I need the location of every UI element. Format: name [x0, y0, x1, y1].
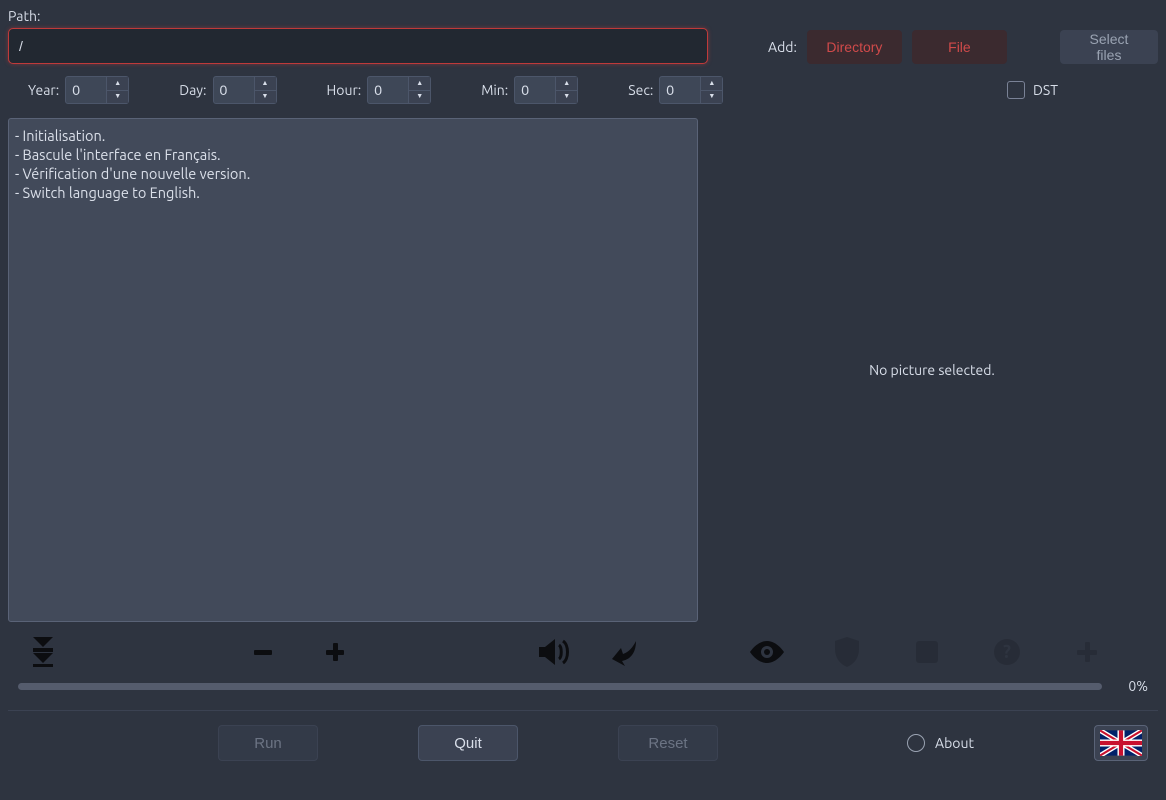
day-input[interactable] — [214, 77, 254, 103]
day-stepper[interactable]: ▲▼ — [213, 76, 277, 104]
log-line: - Vérification d'une nouvelle version. — [15, 165, 691, 184]
quit-button[interactable]: Quit — [418, 725, 518, 761]
shield-icon[interactable] — [822, 634, 872, 670]
preview-panel: No picture selected. — [706, 118, 1158, 622]
download-stack-icon[interactable] — [18, 634, 68, 670]
min-label: Min: — [481, 82, 508, 98]
plus-icon[interactable] — [310, 634, 360, 670]
hour-up[interactable]: ▲ — [409, 77, 430, 91]
reset-button[interactable]: Reset — [618, 725, 718, 761]
undo-icon[interactable] — [602, 634, 652, 670]
volume-icon[interactable] — [530, 634, 580, 670]
min-input[interactable] — [515, 77, 555, 103]
add-icon[interactable] — [1062, 634, 1112, 670]
year-label: Year: — [28, 82, 59, 98]
add-file-button[interactable]: File — [912, 30, 1007, 64]
min-up[interactable]: ▲ — [556, 77, 577, 91]
about-radio[interactable] — [907, 734, 925, 752]
divider — [8, 710, 1158, 711]
progress-percent: 0% — [1112, 678, 1148, 694]
sec-label: Sec: — [628, 82, 653, 98]
log-line: - Bascule l'interface en Français. — [15, 146, 691, 165]
add-directory-button[interactable]: Directory — [807, 30, 902, 64]
sec-down[interactable]: ▼ — [701, 91, 722, 104]
min-down[interactable]: ▼ — [556, 91, 577, 104]
min-stepper[interactable]: ▲▼ — [514, 76, 578, 104]
run-button[interactable]: Run — [218, 725, 318, 761]
uk-flag-icon — [1100, 730, 1142, 756]
hour-down[interactable]: ▼ — [409, 91, 430, 104]
log-line: - Initialisation. — [15, 127, 691, 146]
path-input[interactable] — [8, 28, 708, 64]
svg-text:?: ? — [1003, 642, 1011, 662]
sec-stepper[interactable]: ▲▼ — [659, 76, 723, 104]
year-up[interactable]: ▲ — [107, 77, 128, 91]
sec-input[interactable] — [660, 77, 700, 103]
log-panel[interactable]: - Initialisation. - Bascule l'interface … — [8, 118, 698, 622]
about-label: About — [935, 735, 974, 751]
minus-icon[interactable] — [238, 634, 288, 670]
stop-icon[interactable] — [902, 634, 952, 670]
year-stepper[interactable]: ▲ ▼ — [65, 76, 129, 104]
sec-up[interactable]: ▲ — [701, 77, 722, 91]
day-label: Day: — [179, 82, 206, 98]
hour-label: Hour: — [327, 82, 362, 98]
dst-checkbox[interactable] — [1007, 81, 1025, 99]
preview-empty-text: No picture selected. — [869, 362, 995, 378]
select-files-button[interactable]: Select files — [1060, 30, 1158, 64]
day-down[interactable]: ▼ — [255, 91, 276, 104]
hour-input[interactable] — [368, 77, 408, 103]
year-input[interactable] — [66, 77, 106, 103]
help-icon[interactable]: ? — [982, 634, 1032, 670]
eye-icon[interactable] — [742, 634, 792, 670]
hour-stepper[interactable]: ▲▼ — [367, 76, 431, 104]
add-label: Add: — [768, 39, 797, 55]
dst-label: DST — [1033, 82, 1058, 98]
language-flag-button[interactable] — [1094, 725, 1148, 761]
year-down[interactable]: ▼ — [107, 91, 128, 104]
progress-bar — [18, 683, 1102, 690]
day-up[interactable]: ▲ — [255, 77, 276, 91]
log-line: - Switch language to English. — [15, 184, 691, 203]
path-label: Path: — [8, 8, 708, 24]
